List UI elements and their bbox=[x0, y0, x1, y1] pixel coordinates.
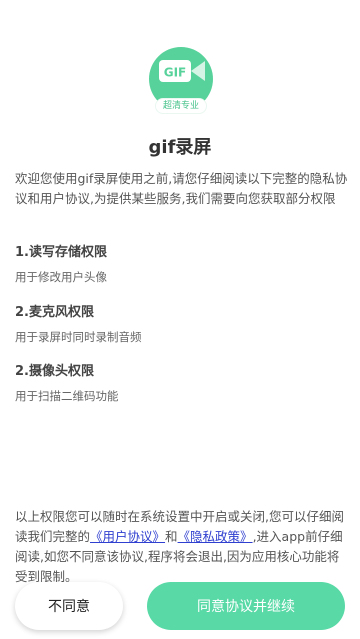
permission-storage: 1.读写存储权限 用于修改用户头像 bbox=[15, 244, 345, 286]
logo-badge: 超清专业 bbox=[156, 99, 206, 113]
permission-desc: 用于扫描二维码功能 bbox=[15, 389, 119, 403]
permission-microphone: 2.麦克风权限 用于录屏时同时录制音频 bbox=[15, 304, 345, 346]
user-agreement-link[interactable]: 《用户协议》 bbox=[90, 529, 165, 544]
agree-continue-button[interactable]: 同意协议并继续 bbox=[147, 582, 345, 630]
app-logo: GIF 超清专业 bbox=[149, 47, 213, 113]
privacy-policy-link[interactable]: 《隐私政策》 bbox=[178, 529, 253, 544]
permission-title: 2.麦克风权限 bbox=[15, 305, 94, 320]
consent-text: 以上权限您可以随时在系统设置中开启或关闭,您可以仔细阅读我们完整的《用户协议》和… bbox=[15, 507, 350, 587]
permission-desc: 用于录屏时同时录制音频 bbox=[15, 330, 142, 344]
permission-desc: 用于修改用户头像 bbox=[15, 270, 107, 284]
permission-title: 1.读写存储权限 bbox=[15, 245, 107, 260]
decline-button[interactable]: 不同意 bbox=[15, 582, 123, 630]
app-title: gif录屏 bbox=[148, 137, 212, 158]
permission-title: 2.摄像头权限 bbox=[15, 364, 94, 379]
intro-text: 欢迎您使用gif录屏使用之前,请您仔细阅读以下完整的隐私协议和用户协议,为提供某… bbox=[15, 171, 348, 206]
consent-text-and: 和 bbox=[165, 529, 178, 544]
permission-camera: 2.摄像头权限 用于扫描二维码功能 bbox=[15, 363, 345, 405]
logo-icon-text: GIF bbox=[164, 66, 187, 80]
